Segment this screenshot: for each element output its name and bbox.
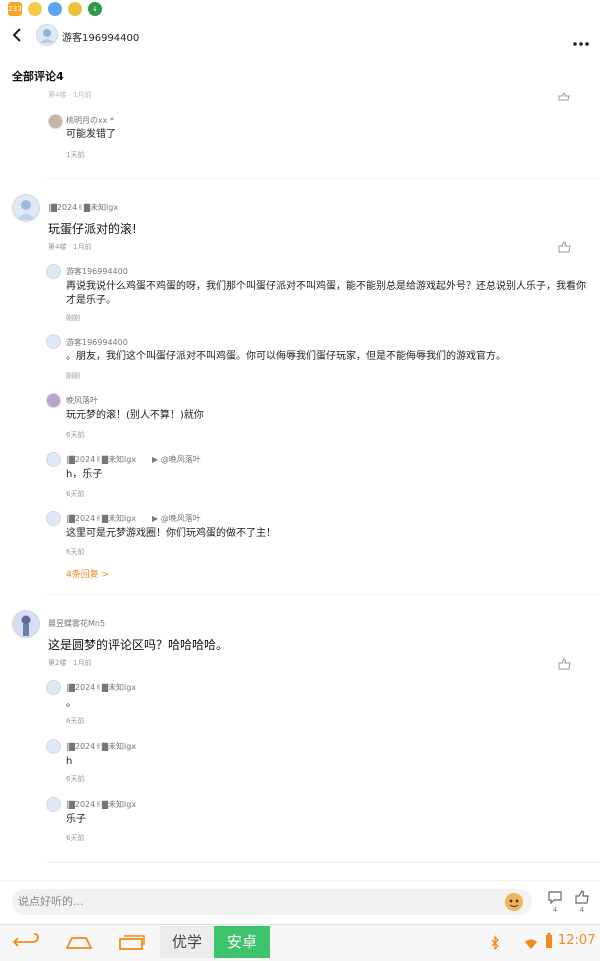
comment-user-name[interactable]: |▇2024✌▇未知lgx [48,202,118,213]
recent-apps-icon [119,935,145,950]
reply-text: 。朋友，我们这个叫蛋仔派对不叫鸡蛋。你可以侮辱我们蛋仔玩家，但是不能侮辱我们的游… [66,351,506,362]
comment-avatar[interactable] [12,194,40,222]
reply-user-name[interactable]: |▇2024✌▇未知lgx [66,682,136,693]
reply-target[interactable]: ▶ @晚风落叶 [152,513,201,524]
comment-user-name[interactable]: 晨昱蝶雾花Mn5 [48,618,105,629]
reply-time: 6天前 [66,490,85,498]
gear-app-icon [68,2,82,16]
reply-user-name[interactable]: |▇2024✌▇未知lgx [66,741,136,752]
reply-user-name[interactable]: 游客196994400 [66,337,128,348]
reply-text: 再说我说什么鸡蛋不鸡蛋的呀，我们那个叫蛋仔派对不叫鸡蛋，能不能别总是给游戏起外号… [66,281,586,306]
reply-text: 乐子 [66,814,86,825]
like-count: 4 [579,906,585,914]
bluetooth-icon [490,935,500,954]
home-icon [65,937,93,949]
nav-back-button[interactable] [12,932,40,952]
reply-user-name[interactable]: 桃明月のxx * [66,115,114,126]
nav-recents-button[interactable] [118,932,146,952]
emoji-face-icon [505,893,523,911]
reply-avatar[interactable] [46,393,61,408]
reply-user-name[interactable]: |▇2024✌▇未知lgx [66,513,136,524]
comment-meta: 第4楼 · 1月前 [48,243,92,251]
reply-text: h [66,756,73,767]
reply-time: 6天前 [66,717,85,725]
comment-bubble-icon [548,891,562,905]
emoji-app-icon [28,2,42,16]
reply-avatar[interactable] [46,511,61,526]
comment-text: 这是圆梦的评论区吗？哈哈哈哈。 [48,638,229,652]
back-button[interactable] [8,24,28,46]
thumbs-up-icon [558,241,571,253]
reply-avatar[interactable] [46,334,61,349]
ime-android-button[interactable]: 安卓 [214,926,270,958]
header-user-name: 游客196994400 [62,33,140,44]
reply-text: 。 [66,698,76,709]
thumbs-up-icon [558,92,570,101]
download-icon: ↓ [88,2,102,16]
more-options-button[interactable] [572,32,590,51]
reply-text: 这里可是元梦游戏圈！你们玩鸡蛋的做不了主！ [66,528,276,539]
reply-text: 玩元梦的滚！(别人不算！)就你 [66,410,204,421]
reply-user-name[interactable]: 游客196994400 [66,266,128,277]
divider [46,178,600,179]
battery-icon [545,933,553,953]
reply-time: 6天前 [66,431,85,439]
nav-home-button[interactable] [64,932,94,952]
reply-text: h，乐子 [66,469,103,480]
divider [46,862,600,863]
thumbs-up-icon [575,890,589,904]
reply-time: 6天前 [66,834,85,842]
reply-avatar[interactable] [46,680,61,695]
divider [46,594,600,595]
reply-avatar[interactable] [46,264,61,279]
reply-text: 可能发错了 [66,129,116,140]
header-avatar[interactable] [36,24,58,46]
like-button-partial[interactable] [558,90,570,109]
reply-avatar[interactable] [48,114,63,129]
comment-avatar[interactable] [12,610,40,638]
ime-youxue-button[interactable]: 优学 [160,926,214,958]
reply-time: 1天前 [66,151,85,159]
partial-comment-meta: 第4楼 · 1月前 [48,91,92,98]
more-replies-link[interactable]: 4条回复 > [66,567,109,580]
reply-user-name[interactable]: 晚风落叶 [66,395,98,406]
shield-app-icon [48,2,62,16]
app-233-icon: 233 [8,2,22,16]
emoji-button[interactable] [503,891,525,913]
back-arrow-icon [12,28,21,42]
reply-avatar[interactable] [46,797,61,812]
reply-target[interactable]: ▶ @晚风落叶 [152,454,201,465]
comment-count: 4 [552,906,558,914]
reply-avatar[interactable] [46,739,61,754]
comment-like-button[interactable] [558,238,571,257]
reply-time: 6天前 [66,775,85,783]
comment-input[interactable]: 说点好听的... [12,889,532,915]
reply-time: 刚刚 [66,314,80,322]
clock: 12:07 [558,933,596,948]
thumbs-up-icon [558,658,571,670]
reply-time: 刚刚 [66,372,80,380]
section-title: 全部评论4 [12,70,64,83]
wifi-icon [524,935,538,954]
reply-user-name[interactable]: |▇2024✌▇未知lgx [66,454,136,465]
status-bar: 233 ↓ [0,0,600,18]
reply-user-name[interactable]: |▇2024✌▇未知lgx [66,799,136,810]
reply-time: 6天前 [66,548,85,556]
comment-meta: 第2楼 · 1月前 [48,659,92,667]
comment-like-button[interactable] [558,655,571,674]
reply-avatar[interactable] [46,452,61,467]
back-arrow-icon [12,933,39,947]
comment-text: 玩蛋仔派对的滚! [48,222,137,236]
more-dots-icon [573,42,589,46]
